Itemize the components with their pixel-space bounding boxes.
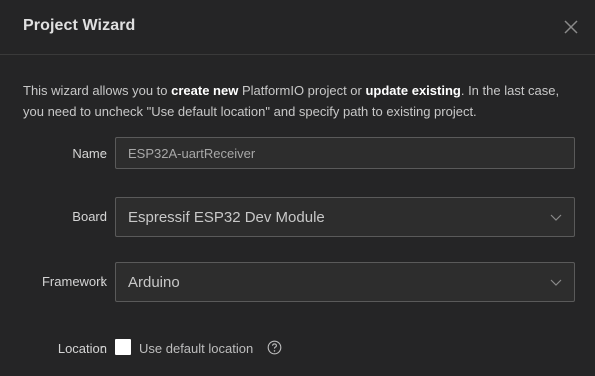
framework-colon: : (101, 274, 105, 289)
board-select[interactable]: Espressif ESP32 Dev Module (115, 197, 575, 237)
framework-label: Framework (41, 274, 107, 289)
close-button[interactable] (559, 15, 583, 39)
dialog-title: Project Wizard (23, 17, 136, 34)
chevron-down-icon (550, 214, 562, 221)
framework-select-value: Arduino (128, 274, 180, 291)
location-colon: : (101, 341, 105, 356)
description-text-1: This wizard allows you to (23, 83, 172, 98)
project-wizard-dialog: Project Wizard This wizard allows you to… (0, 0, 595, 376)
description-bold-create-new: create new (171, 83, 239, 98)
framework-row: Framework : Arduino (0, 262, 595, 302)
dialog-header: Project Wizard (0, 0, 595, 55)
name-colon: : (101, 146, 105, 161)
wizard-description: This wizard allows you to create new Pla… (23, 80, 578, 122)
framework-select[interactable]: Arduino (115, 262, 575, 302)
description-text-2: PlatformIO project or (238, 83, 366, 98)
location-label: Location (57, 341, 107, 356)
board-colon: : (101, 209, 105, 224)
board-row: Board : Espressif ESP32 Dev Module (0, 197, 595, 237)
description-bold-update-existing: update existing (365, 83, 461, 98)
use-default-location-checkbox[interactable] (115, 339, 131, 355)
name-row: Name : (0, 137, 595, 169)
close-icon (564, 20, 578, 34)
chevron-down-icon (550, 279, 562, 286)
help-circle-icon[interactable] (267, 340, 282, 355)
use-default-location-label[interactable]: Use default location (139, 341, 253, 356)
board-select-value: Espressif ESP32 Dev Module (128, 209, 325, 226)
location-row: Location : Use default location (0, 339, 595, 357)
name-input[interactable] (115, 137, 575, 169)
